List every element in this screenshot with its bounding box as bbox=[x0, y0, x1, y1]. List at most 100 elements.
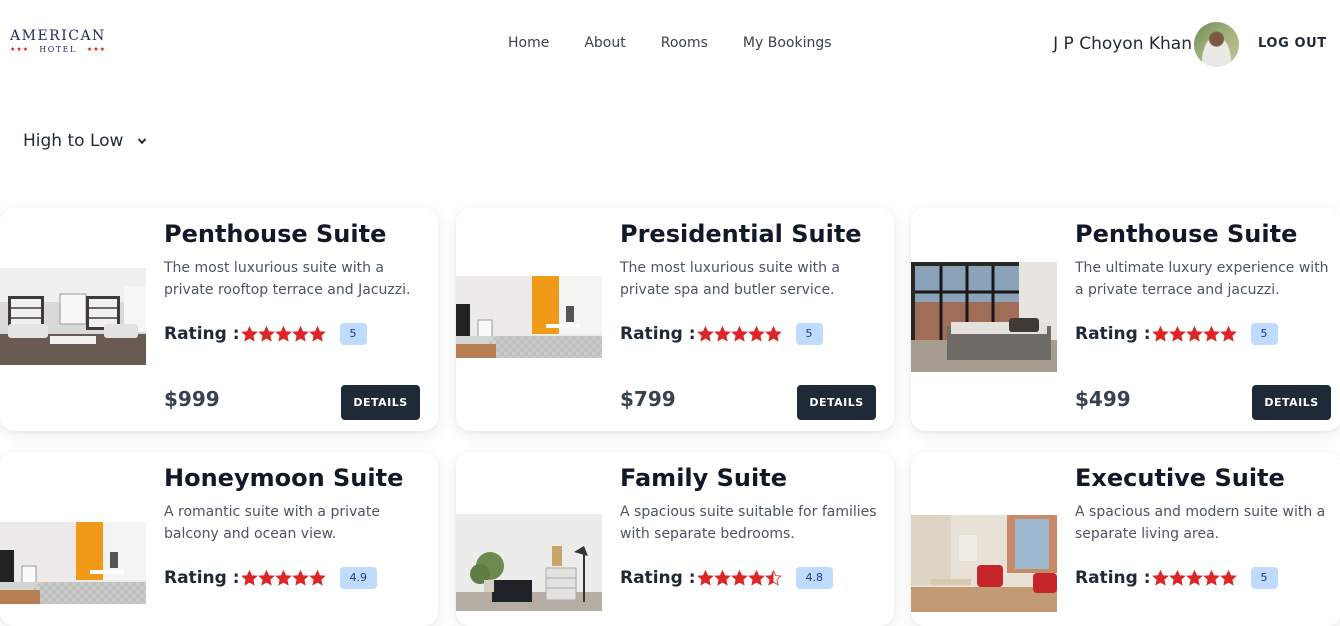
star-icon bbox=[696, 570, 714, 586]
room-title: Presidential Suite bbox=[620, 220, 862, 248]
room-image[interactable] bbox=[911, 515, 1057, 612]
star-icon bbox=[308, 570, 326, 586]
sort-select[interactable]: High to Low bbox=[23, 130, 147, 152]
rating-label: Rating : bbox=[620, 324, 696, 344]
star-icon bbox=[713, 326, 731, 342]
star-icon bbox=[764, 570, 782, 586]
nav-about-link[interactable]: About bbox=[584, 33, 625, 53]
rating-label: Rating : bbox=[164, 568, 240, 588]
main-nav: Home About Rooms My Bookings bbox=[508, 33, 832, 53]
room-rating: Rating : 5 bbox=[620, 323, 823, 345]
nav-home-link[interactable]: Home bbox=[508, 33, 549, 53]
room-title: Honeymoon Suite bbox=[164, 464, 404, 492]
room-rating: Rating : 5 bbox=[164, 323, 367, 345]
rating-label: Rating : bbox=[164, 324, 240, 344]
star-icon bbox=[730, 570, 748, 586]
rating-label: Rating : bbox=[620, 568, 696, 588]
logo-stars-left: ★★★ bbox=[10, 46, 30, 53]
star-icon bbox=[1151, 570, 1169, 586]
rating-label: Rating : bbox=[1075, 324, 1151, 344]
room-card: Penthouse Suite The ultimate luxury expe… bbox=[911, 208, 1340, 431]
room-image[interactable] bbox=[456, 276, 602, 358]
room-image[interactable] bbox=[456, 514, 602, 611]
room-rating: Rating : 4.9 bbox=[164, 567, 378, 589]
chevron-down-icon bbox=[138, 138, 147, 145]
star-icon bbox=[240, 326, 258, 342]
room-card: Presidential Suite The most luxurious su… bbox=[456, 208, 894, 431]
nav-my-bookings-link[interactable]: My Bookings bbox=[743, 33, 832, 53]
star-icon bbox=[257, 326, 275, 342]
logo-stars-right: ★★★ bbox=[86, 46, 106, 53]
star-icon bbox=[1185, 326, 1203, 342]
star-icon bbox=[1168, 326, 1186, 342]
star-icon bbox=[1151, 326, 1169, 342]
room-description: A spacious and modern suite with a separ… bbox=[1075, 504, 1326, 542]
room-title: Penthouse Suite bbox=[164, 220, 387, 248]
star-icon bbox=[696, 326, 714, 342]
star-icon bbox=[747, 570, 765, 586]
star-icon bbox=[291, 570, 309, 586]
rating-badge: 5 bbox=[795, 323, 823, 345]
details-button[interactable]: DETAILS bbox=[1252, 385, 1331, 420]
star-icon bbox=[1202, 570, 1220, 586]
rating-stars bbox=[1151, 326, 1237, 342]
logout-button[interactable]: LOG OUT bbox=[1258, 35, 1327, 53]
room-card: Penthouse Suite The most luxurious suite… bbox=[0, 208, 438, 431]
star-icon bbox=[1202, 326, 1220, 342]
room-description: A romantic suite with a private balcony … bbox=[164, 504, 380, 542]
room-rating: Rating : 5 bbox=[1075, 567, 1278, 589]
user-name: J P Choyon Khan bbox=[1053, 34, 1192, 54]
star-icon bbox=[764, 326, 782, 342]
rating-stars bbox=[696, 570, 782, 586]
rating-badge: 5 bbox=[339, 323, 367, 345]
rating-label: Rating : bbox=[1075, 568, 1151, 588]
rating-badge: 5 bbox=[1250, 323, 1278, 345]
rating-badge: 5 bbox=[1250, 567, 1278, 589]
sort-selected-value: High to Low bbox=[23, 131, 124, 151]
rating-badge: 4.8 bbox=[795, 567, 834, 589]
room-image[interactable] bbox=[0, 522, 146, 604]
star-icon bbox=[1185, 570, 1203, 586]
room-price: $799 bbox=[620, 387, 676, 411]
room-description: The most luxurious suite with a private … bbox=[164, 260, 411, 298]
details-button[interactable]: DETAILS bbox=[797, 385, 876, 420]
rating-stars bbox=[240, 326, 326, 342]
rating-stars bbox=[1151, 570, 1237, 586]
star-icon bbox=[257, 570, 275, 586]
room-title: Penthouse Suite bbox=[1075, 220, 1298, 248]
room-image[interactable] bbox=[0, 268, 146, 365]
rating-badge: 4.9 bbox=[339, 567, 378, 589]
nav-rooms-link[interactable]: Rooms bbox=[661, 33, 708, 53]
star-icon bbox=[308, 326, 326, 342]
star-icon bbox=[274, 326, 292, 342]
room-title: Executive Suite bbox=[1075, 464, 1285, 492]
star-icon bbox=[713, 570, 731, 586]
star-icon bbox=[1168, 570, 1186, 586]
room-image[interactable] bbox=[911, 262, 1057, 372]
room-card: Honeymoon Suite A romantic suite with a … bbox=[0, 452, 438, 626]
room-description: The ultimate luxury experience with a pr… bbox=[1075, 260, 1329, 298]
room-price: $499 bbox=[1075, 387, 1131, 411]
star-icon bbox=[291, 326, 309, 342]
star-icon bbox=[1219, 326, 1237, 342]
room-price: $999 bbox=[164, 387, 220, 411]
rating-stars bbox=[240, 570, 326, 586]
room-rating: Rating : 4.8 bbox=[620, 567, 834, 589]
details-button[interactable]: DETAILS bbox=[341, 385, 420, 420]
star-icon bbox=[1219, 570, 1237, 586]
star-icon bbox=[730, 326, 748, 342]
room-description: The most luxurious suite with a private … bbox=[620, 260, 841, 298]
room-description: A spacious suite suitable for families w… bbox=[620, 504, 877, 542]
star-icon bbox=[274, 570, 292, 586]
star-icon bbox=[240, 570, 258, 586]
room-rating: Rating : 5 bbox=[1075, 323, 1278, 345]
room-card: Executive Suite A spacious and modern su… bbox=[911, 452, 1340, 626]
star-icon bbox=[747, 326, 765, 342]
room-title: Family Suite bbox=[620, 464, 787, 492]
rating-stars bbox=[696, 326, 782, 342]
logo-sub-text: HOTEL bbox=[39, 45, 77, 54]
hotel-logo[interactable]: AMERICAN ★★★ HOTEL ★★★ bbox=[10, 28, 108, 55]
logo-main-text: AMERICAN bbox=[10, 28, 106, 44]
logo-sub-line: ★★★ HOTEL ★★★ bbox=[10, 45, 106, 55]
user-avatar[interactable] bbox=[1194, 22, 1239, 67]
